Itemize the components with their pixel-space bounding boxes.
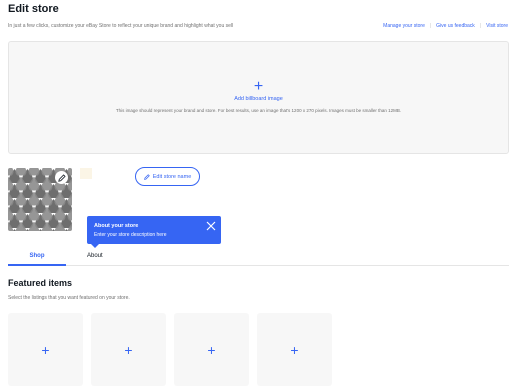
top-links: Manage your store | Give us feedback | V… [383, 23, 508, 29]
tab-shop[interactable]: Shop [8, 253, 66, 266]
about-store-tooltip: About your store Enter your store descri… [87, 216, 221, 248]
edit-logo-button[interactable] [55, 171, 68, 184]
plus-icon: + [41, 341, 50, 358]
featured-items-grid: + + + + [8, 313, 332, 386]
close-icon[interactable] [206, 221, 216, 231]
page-intro: In just a few clicks, customize your eBa… [8, 23, 234, 29]
plus-icon: + [124, 341, 133, 358]
tooltip-body: Enter your store description here [94, 232, 167, 238]
add-featured-item-button[interactable]: + [257, 313, 332, 386]
manage-store-link[interactable]: Manage your store [383, 23, 425, 29]
tooltip-arrow [91, 244, 99, 248]
page-title: Edit store [8, 3, 59, 15]
tooltip-title: About your store [94, 223, 139, 229]
plus-icon: + [207, 341, 216, 358]
add-billboard-image-link[interactable]: Add billboard image [9, 96, 508, 102]
add-featured-item-button[interactable]: + [174, 313, 249, 386]
give-feedback-link[interactable]: Give us feedback [436, 23, 475, 29]
billboard-upload-area[interactable]: + Add billboard image This image should … [8, 41, 509, 154]
edit-store-name-label: Edit store name [152, 173, 192, 180]
featured-items-title: Featured items [8, 278, 73, 288]
add-featured-item-button[interactable]: + [91, 313, 166, 386]
featured-items-subtitle: Select the listings that you want featur… [8, 295, 130, 301]
billboard-hint: This image should represent your brand a… [115, 108, 402, 113]
visit-store-link[interactable]: Visit store [486, 23, 508, 29]
store-tabs: Shop About [8, 251, 509, 266]
add-billboard-plus-icon[interactable]: + [9, 79, 508, 95]
add-featured-item-button[interactable]: + [8, 313, 83, 386]
link-separator: | [479, 23, 482, 29]
pencil-icon [57, 173, 66, 182]
store-color-swatch[interactable] [80, 168, 92, 179]
tab-about[interactable]: About [87, 253, 103, 259]
link-separator: | [429, 23, 432, 29]
edit-store-name-button[interactable]: Edit store name [135, 167, 200, 186]
plus-icon: + [290, 341, 299, 358]
pencil-icon [143, 173, 150, 180]
